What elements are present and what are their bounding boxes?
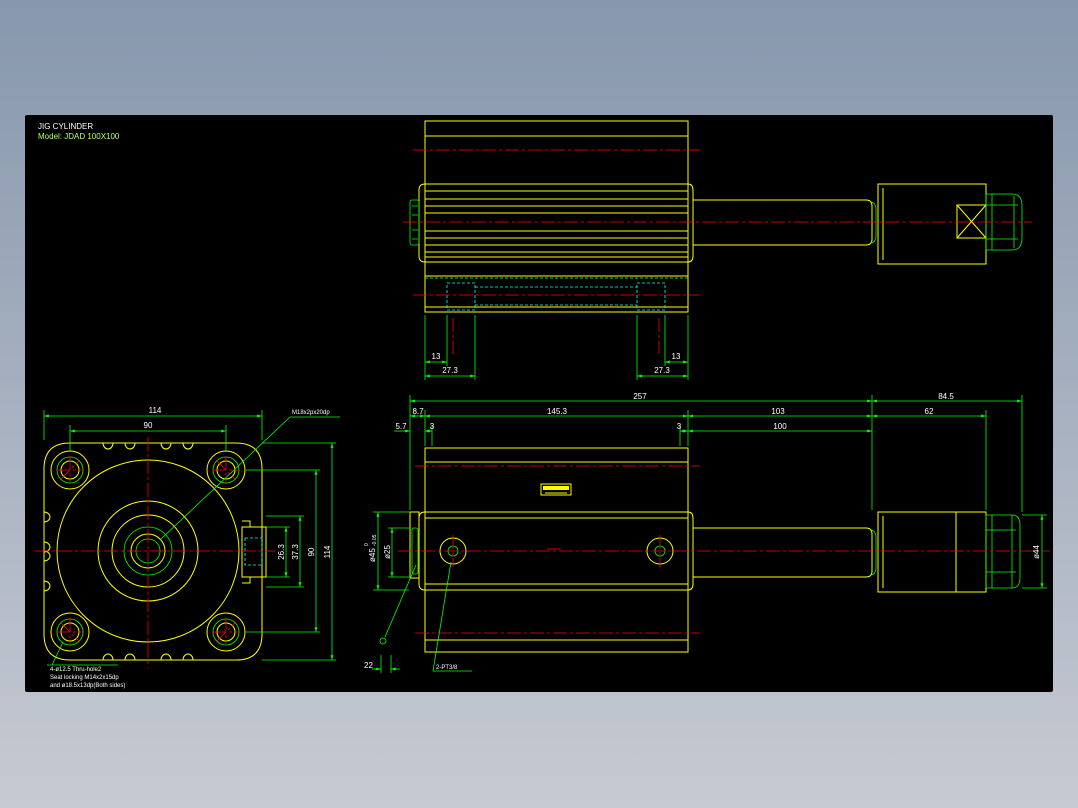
rod-length: 103 <box>771 407 785 416</box>
end-view-height: 114 <box>323 545 332 558</box>
rod-end-length: 84.5 <box>938 392 954 401</box>
stroke-length: 100 <box>773 422 787 431</box>
dim-right-outer: 27.3 <box>654 366 670 375</box>
cad-drawing: JIG CYLINDER Model: JDAD 100X100 13 27.3… <box>25 115 1053 692</box>
port-callout: 2-PT3/8 <box>436 665 458 671</box>
rod-thread-callout: M18x2px20dp <box>292 410 330 416</box>
left-gap: 3 <box>430 422 435 431</box>
cap-offset: 5.7 <box>395 422 407 431</box>
end-view-hole-pitch-horizontal: 90 <box>144 421 153 430</box>
port-dim-outer: 37.3 <box>291 544 300 560</box>
rod-diameter-tolerance-upper: 0 <box>364 543 370 546</box>
body-length: 145.3 <box>547 407 568 416</box>
dim-left-outer: 27.3 <box>442 366 458 375</box>
cap-dimension: 22 <box>364 661 373 670</box>
cap-length: 8.7 <box>412 407 424 416</box>
end-view-hole-pitch-vertical: 90 <box>307 547 316 556</box>
mounting-note-line-3: and ø18.5x13dp(Both sides) <box>50 683 125 689</box>
rod-end-block-length: 62 <box>925 407 934 416</box>
dim-right-inner: 13 <box>672 352 681 361</box>
rod-diameter: ø45 <box>368 548 377 562</box>
drawing-canvas <box>25 115 1053 692</box>
dim-left-inner: 13 <box>432 352 441 361</box>
mounting-note-line-1: 4-ø12.5 Thru-hole2 <box>50 667 102 673</box>
model-label: Model: JDAD 100X100 <box>38 132 120 141</box>
port-dim-inner: 26.3 <box>277 544 286 560</box>
drawing-title: JIG CYLINDER <box>38 122 93 131</box>
end-view-width: 114 <box>149 406 162 415</box>
rod-diameter-tolerance-lower: -0.05 <box>372 534 378 546</box>
right-gap: 3 <box>677 422 682 431</box>
mounting-note-line-2: Seat locking M14x2x15dp <box>50 675 119 681</box>
bore-diameter: ø25 <box>383 545 392 559</box>
nut-diameter: ø44 <box>1032 545 1041 559</box>
overall-length: 257 <box>633 392 647 401</box>
